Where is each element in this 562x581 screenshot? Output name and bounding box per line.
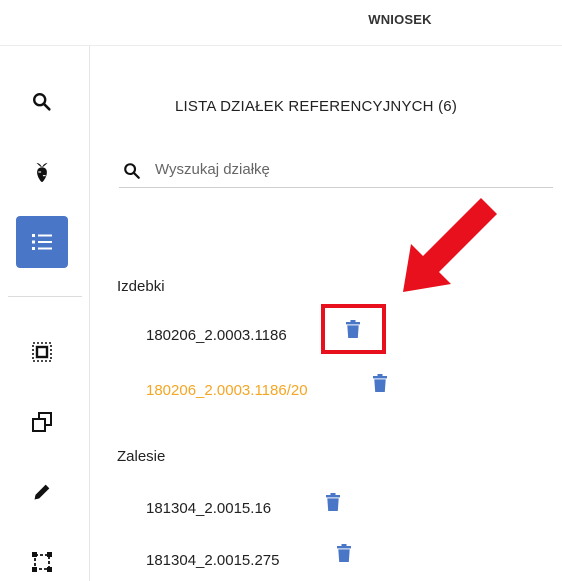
delete-parcel-button[interactable] <box>322 490 344 514</box>
trash-icon <box>326 493 340 511</box>
tool-search-button[interactable] <box>16 76 68 128</box>
tool-draw-rect-button[interactable] <box>16 536 68 581</box>
trash-icon <box>373 374 387 392</box>
app-window: WNIOSEK LISTA DZIAŁEK REFERENCYJNYCH (6)… <box>0 0 562 581</box>
parcel-item[interactable]: 180206_2.0003.1186 <box>146 327 287 344</box>
group-label-izdebki: Izdebki <box>117 278 165 295</box>
trash-icon <box>337 544 351 562</box>
parcel-item[interactable]: 181304_2.0015.275 <box>146 552 279 569</box>
crop-icon <box>36 162 48 183</box>
pencil-icon <box>34 484 50 500</box>
tool-crop-button[interactable] <box>16 146 68 198</box>
search-icon <box>124 163 140 179</box>
select-area-icon <box>32 342 52 362</box>
annotation-arrow-icon <box>403 198 497 292</box>
top-bar: WNIOSEK <box>0 0 562 46</box>
delete-parcel-button[interactable] <box>333 541 355 565</box>
tab-wniosek[interactable]: WNIOSEK <box>352 8 448 32</box>
layers-copy-icon <box>32 412 52 432</box>
parcel-item[interactable]: 180206_2.0003.1186/20 <box>146 382 308 399</box>
search-input[interactable] <box>155 156 535 182</box>
list-icon <box>32 234 52 250</box>
tool-select-area-button[interactable] <box>16 326 68 378</box>
tool-layers-button[interactable] <box>16 396 68 448</box>
delete-parcel-button[interactable] <box>369 371 391 395</box>
draw-rectangle-icon <box>32 552 52 572</box>
tool-edit-button[interactable] <box>16 466 68 518</box>
search-icon <box>33 93 51 111</box>
tool-list-button[interactable] <box>16 216 68 268</box>
search-bar <box>119 150 553 188</box>
parcel-list-panel: LISTA DZIAŁEK REFERENCYJNYCH (6) Izdebki… <box>91 46 562 581</box>
toolbar-divider <box>8 296 82 297</box>
panel-title: LISTA DZIAŁEK REFERENCYJNYCH (6) <box>175 98 458 115</box>
annotation-highlight-box <box>321 304 386 354</box>
group-label-zalesie: Zalesie <box>117 448 166 465</box>
left-toolbar <box>0 46 90 581</box>
parcel-item[interactable]: 181304_2.0015.16 <box>146 500 271 517</box>
